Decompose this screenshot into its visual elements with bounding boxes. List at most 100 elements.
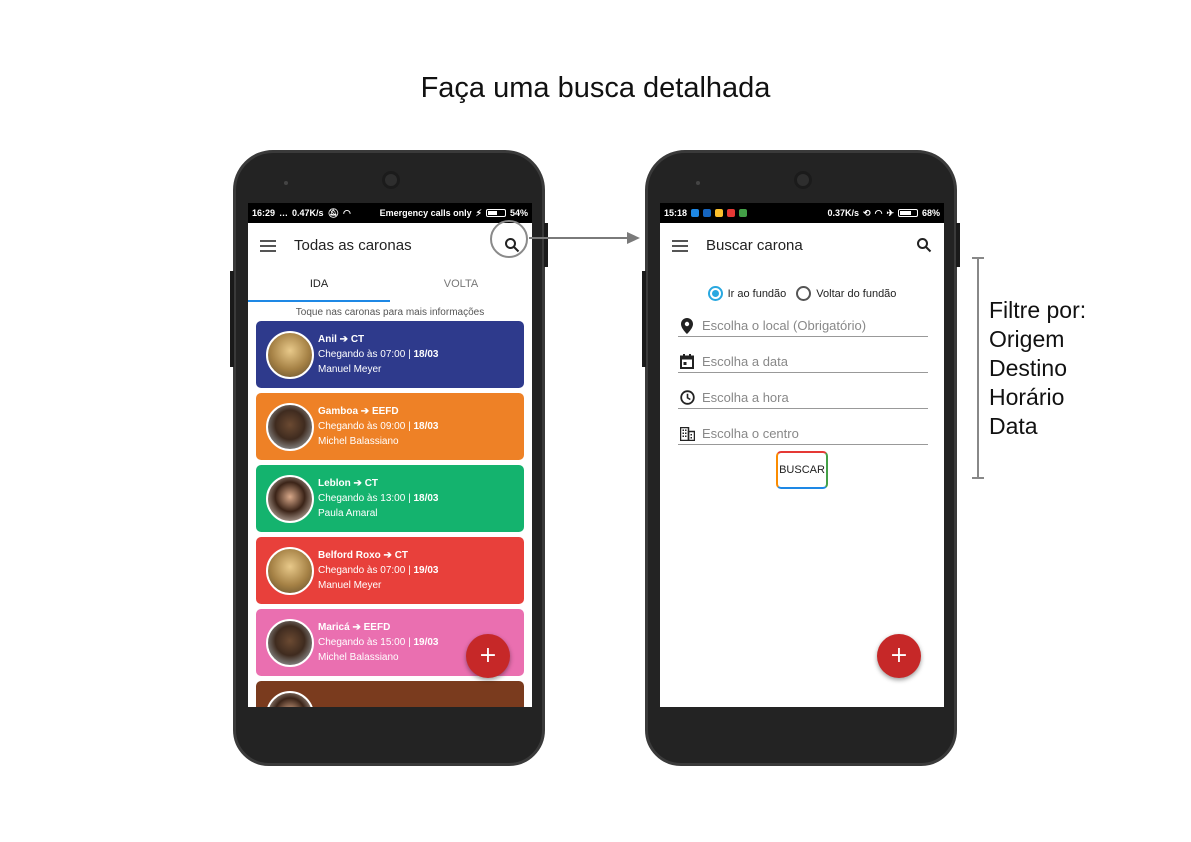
avatar: [266, 474, 314, 523]
status-time: 15:18: [664, 208, 688, 218]
calendar-icon: [678, 354, 696, 370]
date-field[interactable]: Escolha a data: [678, 351, 928, 373]
origin-placeholder: Escolha o local (Obrigatório): [702, 318, 867, 333]
ride-info: Anil ➔ CT Chegando às 07:00 | 18/03 Manuel…: [318, 332, 438, 377]
time-placeholder: Escolha a hora: [702, 390, 789, 405]
filter-item: Horário: [989, 384, 1065, 410]
left-screen: 16:29 … 0.47K/s 🔕︎ ◠ Emergency calls onl…: [248, 203, 532, 707]
ride-info: Gamboa ➔ EEFD Chegando às 09:00 | 18/03 Mi…: [318, 404, 438, 449]
app-bar: Todas as caronas: [248, 223, 532, 268]
direction-tabs: IDA VOLTA: [248, 268, 532, 302]
ride-card[interactable]: Gamboa ➔ EEFD Chegando às 09:00 | 18/03 Mi…: [256, 393, 524, 460]
volume-button: [230, 271, 234, 367]
avatar: [266, 546, 314, 595]
ride-date: 18/03: [413, 349, 439, 360]
filter-item: Origem: [989, 326, 1065, 352]
search-icon[interactable]: [916, 237, 932, 253]
battery-percent: 68%: [921, 208, 940, 218]
avatar: [266, 402, 314, 451]
ride-date: 18/03: [413, 493, 439, 504]
volume-button: [642, 271, 646, 367]
menu-icon[interactable]: [260, 239, 276, 252]
ride-driver: Michel Balassiano: [318, 652, 399, 663]
status-carrier: Emergency calls only: [379, 208, 472, 218]
direction-radio-group: Ir ao fundão Voltar do fundão: [660, 286, 944, 301]
callout-arrow-line: [529, 237, 629, 239]
airplane-icon: ✈︎: [886, 207, 894, 218]
power-button: [956, 223, 960, 267]
building-icon: [678, 426, 696, 442]
date-placeholder: Escolha a data: [702, 354, 789, 369]
buscar-button[interactable]: BUSCAR: [776, 451, 828, 489]
rotate-icon: ⟲: [863, 207, 871, 218]
filter-item: Destino: [989, 355, 1067, 381]
phone-icon: [739, 209, 748, 217]
status-bar: 16:29 … 0.47K/s 🔕︎ ◠ Emergency calls onl…: [248, 203, 532, 223]
page-title: Buscar carona: [706, 237, 803, 254]
notification-icon: [691, 209, 700, 217]
add-ride-button[interactable]: +: [466, 634, 510, 678]
ride-route: Maricá ➔ EEFD: [318, 622, 391, 633]
ride-route: Gamboa ➔ EEFD: [318, 406, 399, 417]
ride-card[interactable]: Grajaú ➔ CT: [256, 681, 524, 707]
ride-driver: Manuel Meyer: [318, 364, 382, 375]
tab-ida[interactable]: IDA: [248, 268, 390, 302]
ride-card[interactable]: Anil ➔ CT Chegando às 07:00 | 18/03 Manuel…: [256, 321, 524, 388]
radio-label: Ir ao fundão: [727, 287, 787, 300]
ride-info: Belford Roxo ➔ CT Chegando às 07:00 | 19/…: [318, 548, 438, 593]
radio-button-checked[interactable]: [707, 286, 723, 301]
ride-card[interactable]: Leblon ➔ CT Chegando às 13:00 | 18/03 Paul…: [256, 465, 524, 532]
ride-arrival-time: Chegando às 07:00 |: [318, 349, 414, 360]
radio-ir-ao-fundao[interactable]: Ir ao fundão: [707, 286, 787, 301]
charging-icon: ⚡︎: [475, 207, 482, 218]
right-screen: 15:18 0.37K/s ⟲ ◠ ✈︎ 68% Buscar carona I…: [660, 203, 944, 707]
filter-item: Data: [989, 413, 1038, 439]
front-camera: [794, 171, 812, 189]
filter-note-title: Filtre por:: [989, 297, 1087, 323]
add-ride-button[interactable]: +: [877, 634, 921, 678]
ride-arrival: Chegando às 15:00 | 19/03: [318, 635, 438, 650]
ride-driver: Michel Balassiano: [318, 436, 399, 447]
battery-icon: [897, 209, 918, 217]
time-field[interactable]: Escolha a hora: [678, 387, 928, 409]
ride-route: Belford Roxo ➔ CT: [318, 550, 409, 561]
mail-icon: [727, 209, 736, 217]
filter-note: Filtre por: Origem Destino Horário Data: [989, 296, 1086, 441]
ride-arrival: Chegando às 07:00 | 19/03: [318, 563, 438, 578]
mute-icon: 🔕︎: [327, 207, 339, 218]
avatar: [266, 690, 314, 707]
ride-info: Maricá ➔ EEFD Chegando às 15:00 | 19/03 Mi…: [318, 620, 438, 665]
front-camera: [382, 171, 400, 189]
ride-arrival-time: Chegando às 15:00 |: [318, 637, 414, 648]
list-hint: Toque nas caronas para mais informações: [295, 307, 485, 318]
status-time: 16:29: [252, 208, 276, 218]
callout-arrow-head: [627, 232, 640, 244]
search-button-wrap: BUSCAR: [660, 451, 944, 489]
ride-card[interactable]: Belford Roxo ➔ CT Chegando às 07:00 | 19/…: [256, 537, 524, 604]
ride-date: 19/03: [413, 565, 439, 576]
wifi-icon: ◠: [343, 207, 351, 218]
origin-field[interactable]: Escolha o local (Obrigatório): [678, 315, 928, 337]
status-speed: 0.47K/s: [292, 208, 324, 218]
menu-icon[interactable]: [672, 239, 688, 252]
tab-volta[interactable]: VOLTA: [390, 268, 532, 302]
radio-button[interactable]: [796, 286, 812, 301]
right-phone: 15:18 0.37K/s ⟲ ◠ ✈︎ 68% Buscar carona I…: [642, 150, 960, 766]
filter-bracket: [972, 257, 984, 479]
location-pin-icon: [678, 317, 696, 334]
power-button: [544, 223, 548, 267]
app-bar: Buscar carona: [660, 223, 944, 268]
center-field[interactable]: Escolha o centro: [678, 423, 928, 445]
ride-driver: Manuel Meyer: [318, 580, 382, 591]
ride-date: 18/03: [413, 421, 439, 432]
ride-arrival: Chegando às 09:00 | 18/03: [318, 419, 438, 434]
status-speed: 0.37K/s: [827, 208, 860, 218]
ride-date: 19/03: [413, 637, 439, 648]
ride-arrival: Chegando às 13:00 | 18/03: [318, 491, 438, 506]
radio-voltar-do-fundao[interactable]: Voltar do fundão: [796, 286, 896, 301]
ride-arrival-time: Chegando às 13:00 |: [318, 493, 414, 504]
center-placeholder: Escolha o centro: [702, 426, 799, 441]
clock-icon: [678, 390, 696, 406]
wifi-icon: ◠: [874, 207, 883, 218]
status-bar: 15:18 0.37K/s ⟲ ◠ ✈︎ 68%: [660, 203, 944, 223]
